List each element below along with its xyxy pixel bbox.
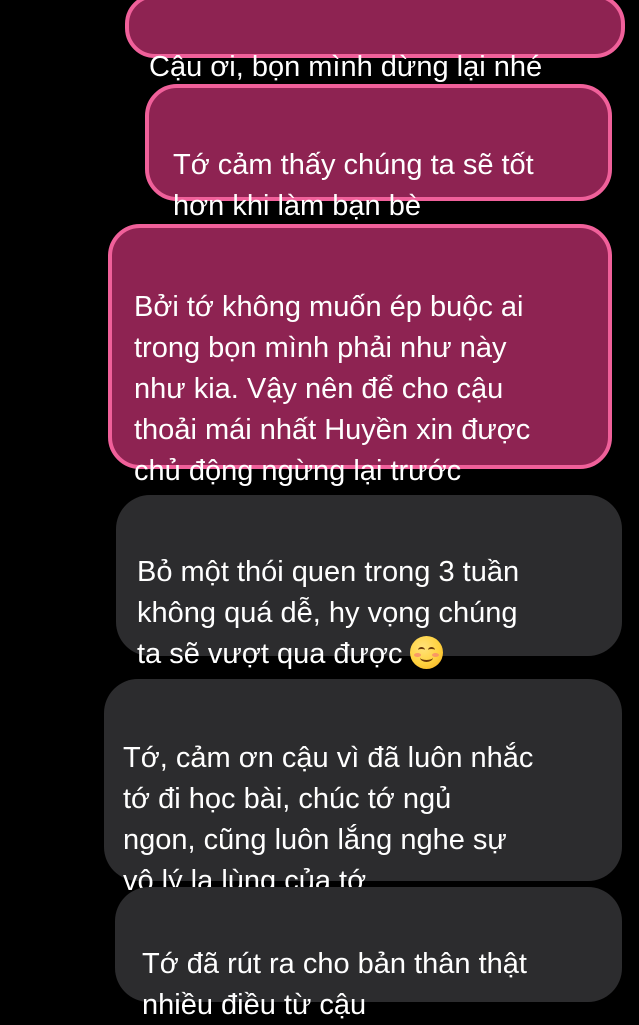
message-bubble[interactable]: Tớ đã rút ra cho bản thân thật nhiều điề… [115,887,622,1021]
message-bubble-highlighted[interactable]: Bởi tớ không muốn ép buộc ai trong bọn m… [108,224,612,487]
message-bubble[interactable]: Tớ, cảm ơn cậu vì đã luôn nhắc tớ đi học… [104,679,622,897]
smiling-face-emoji-icon [410,636,444,669]
message-bubble[interactable]: Bỏ một thói quen trong 3 tuần không quá … [116,495,622,670]
message-bubble-highlighted[interactable]: Cậu ơi, bọn mình dừng lại nhé [125,0,625,83]
message-text: Bỏ một thói quen trong 3 tuần không quá … [137,556,520,670]
message-text: Tớ đã rút ra cho bản thân thật nhiều điề… [142,948,527,1021]
message-text: Bởi tớ không muốn ép buộc ai trong bọn m… [134,291,531,487]
message-text: Cậu ơi, bọn mình dừng lại nhé [149,51,543,83]
message-text: Tớ, cảm ơn cậu vì đã luôn nhắc tớ đi học… [123,742,534,897]
message-bubble-highlighted[interactable]: Tớ cảm thấy chúng ta sẽ tốt hơn khi làm … [145,84,612,222]
message-text: Tớ cảm thấy chúng ta sẽ tốt hơn khi làm … [173,149,534,222]
